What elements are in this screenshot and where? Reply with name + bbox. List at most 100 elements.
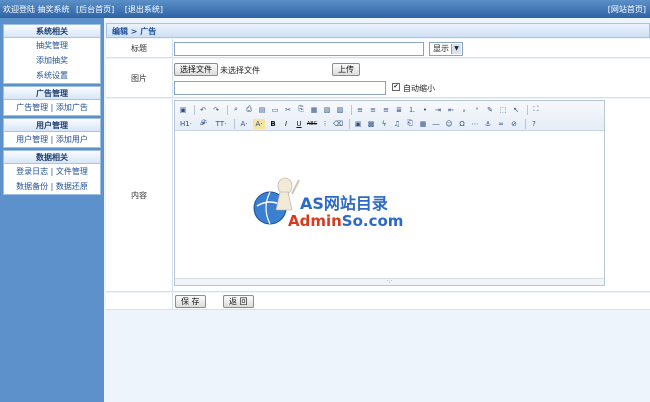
title-input[interactable] xyxy=(174,42,424,56)
editor-toolbar: ▣ ↶ ↷ ⌕ ⎙ ▤ ▭ ✂ ⎘ ▦ ▧ ▨ ≡ ≡ ≡ ≣ ⒈ • ⇥ ⇤ … xyxy=(175,101,604,131)
sidebar-item-system-settings[interactable]: 系统设置 xyxy=(4,68,100,83)
paste-text-icon[interactable]: ▧ xyxy=(322,105,332,115)
font-color-icon[interactable]: A· xyxy=(238,119,250,129)
source-icon[interactable]: ▣ xyxy=(178,105,188,115)
italic-icon[interactable]: I xyxy=(281,119,291,129)
top-bar: 欢迎登陆 抽奖系统 [后台首页] [退出系统] [网站首页] xyxy=(0,0,650,18)
watermark-domain: AdminSo.com xyxy=(288,212,403,230)
toolbar-row-2: H1· 𝓕· TT· A· A· B I U ABC ⁝ ⌫ ▣ ▩ ϟ ♫ ⎗… xyxy=(178,117,542,130)
table-icon[interactable]: ▦ xyxy=(418,119,428,129)
superscript-icon[interactable]: ˣ xyxy=(472,105,482,115)
multi-image-icon[interactable]: ▩ xyxy=(366,119,376,129)
copy-icon[interactable]: ⎘ xyxy=(296,105,306,115)
logout-link[interactable]: [退出系统] xyxy=(125,5,163,14)
admin-home-link[interactable]: [后台首页] xyxy=(76,5,114,14)
bold-icon[interactable]: B xyxy=(268,119,278,129)
anchor-icon[interactable]: ⚓ xyxy=(483,119,493,129)
rich-text-editor: ▣ ↶ ↷ ⌕ ⎙ ▤ ▭ ✂ ⎘ ▦ ▧ ▨ ≡ ≡ ≡ ≣ ⒈ • ⇥ ⇤ … xyxy=(174,100,605,286)
breadcrumb: 编辑 > 广告 xyxy=(106,23,650,38)
pointer-icon[interactable]: ↖ xyxy=(511,105,521,115)
unordered-list-icon[interactable]: • xyxy=(420,105,430,115)
align-justify-icon[interactable]: ≣ xyxy=(394,105,404,115)
title-label: 标题 xyxy=(106,39,173,57)
display-select-value: 显示 xyxy=(433,44,449,53)
link-icon[interactable]: ∞ xyxy=(496,119,506,129)
editor-resize-handle[interactable]: ·:· xyxy=(175,278,604,285)
sidebar-item-backup-restore-links[interactable]: 数据备份 | 数据还原 xyxy=(4,179,100,194)
strikethrough-icon[interactable]: ABC xyxy=(307,119,317,129)
indent-icon[interactable]: ⇥ xyxy=(433,105,443,115)
save-button[interactable]: 保 存 xyxy=(175,295,206,308)
flash-icon[interactable]: ϟ xyxy=(379,119,389,129)
font-family-icon[interactable]: 𝓕· xyxy=(197,119,211,129)
heading-icon[interactable]: H1· xyxy=(178,119,194,129)
sidebar-group-system: 系统相关 抽奖管理 添加抽奖 系统设置 xyxy=(3,24,101,84)
no-file-text: 未选择文件 xyxy=(220,66,260,75)
preview-icon[interactable]: ⌕ xyxy=(231,105,241,115)
content-label: 内容 xyxy=(106,99,173,291)
upload-button[interactable]: 上传 xyxy=(332,63,360,76)
sidebar-group-title[interactable]: 用户管理 xyxy=(4,119,100,132)
special-char-icon[interactable]: Ω xyxy=(457,119,467,129)
fullscreen-icon[interactable]: ⛶ xyxy=(531,105,541,115)
redo-icon[interactable]: ↷ xyxy=(211,105,221,115)
undo-icon[interactable]: ↶ xyxy=(198,105,208,115)
sidebar-item-log-file-links[interactable]: 登录日志 | 文件管理 xyxy=(4,164,100,179)
highlight-color-icon[interactable]: A· xyxy=(253,118,265,129)
image-path-input[interactable] xyxy=(174,81,386,95)
auto-shrink-label: 自动缩小 xyxy=(403,84,435,93)
watermark-domain-admin: Admin xyxy=(288,212,342,230)
sidebar-group-title[interactable]: 系统相关 xyxy=(4,25,100,38)
code-icon[interactable]: ▭ xyxy=(270,105,280,115)
sidebar-item-user-links[interactable]: 用户管理 | 添加用户 xyxy=(4,132,100,147)
top-nav: [后台首页] [退出系统] xyxy=(76,4,171,15)
sidebar-group-users: 用户管理 用户管理 | 添加用户 xyxy=(3,118,101,148)
align-center-icon[interactable]: ≡ xyxy=(368,105,378,115)
remove-format-icon[interactable]: ⌫ xyxy=(333,119,343,129)
site-home-link[interactable]: [网站首页] xyxy=(608,4,646,15)
welcome-text: 欢迎登陆 抽奖系统 xyxy=(3,5,70,14)
ordered-list-icon[interactable]: ⒈ xyxy=(407,105,417,115)
media-icon[interactable]: ♫ xyxy=(392,119,402,129)
image-icon[interactable]: ▣ xyxy=(353,119,363,129)
sidebar: 系统相关 抽奖管理 添加抽奖 系统设置 广告管理 广告管理 | 添加广告 用户管… xyxy=(0,18,104,402)
display-select[interactable]: 显示 ▼ xyxy=(429,42,463,56)
image-row: 图片 选择文件 未选择文件 上传 ✔ 自动缩小 xyxy=(106,59,650,98)
paste-word-icon[interactable]: ▨ xyxy=(335,105,345,115)
choose-file-button[interactable]: 选择文件 xyxy=(174,63,218,76)
sidebar-group-title[interactable]: 广告管理 xyxy=(4,87,100,100)
sidebar-item-lottery-manage[interactable]: 抽奖管理 xyxy=(4,38,100,53)
editor-content-area[interactable] xyxy=(175,132,604,280)
sidebar-item-ad-links[interactable]: 广告管理 | 添加广告 xyxy=(4,100,100,115)
actions-label-cell xyxy=(106,293,173,309)
select-all-icon[interactable]: ⬚ xyxy=(498,105,508,115)
title-row: 标题 显示 ▼ xyxy=(106,39,650,58)
actions-row: 保 存 返 回 xyxy=(106,293,650,310)
sidebar-group-title[interactable]: 数据相关 xyxy=(4,151,100,164)
emoticon-icon[interactable]: ☺ xyxy=(444,119,454,129)
font-size-icon[interactable]: TT· xyxy=(214,119,228,129)
align-right-icon[interactable]: ≡ xyxy=(381,105,391,115)
sidebar-group-data: 数据相关 登录日志 | 文件管理 数据备份 | 数据还原 xyxy=(3,150,101,195)
sidebar-item-add-lottery[interactable]: 添加抽奖 xyxy=(4,53,100,68)
underline-icon[interactable]: U xyxy=(294,119,304,129)
line-height-icon[interactable]: ⁝ xyxy=(320,119,330,129)
unlink-icon[interactable]: ⊘ xyxy=(509,119,519,129)
template-icon[interactable]: ▤ xyxy=(257,105,267,115)
attachment-icon[interactable]: ⎗ xyxy=(405,119,415,129)
back-button[interactable]: 返 回 xyxy=(223,295,254,308)
paste-icon[interactable]: ▦ xyxy=(309,105,319,115)
subscript-icon[interactable]: ₓ xyxy=(459,105,469,115)
auto-shrink-checkbox[interactable]: ✔ xyxy=(392,83,400,91)
watermark-title: AS网站目录 xyxy=(300,194,388,213)
print-icon[interactable]: ⎙ xyxy=(244,105,254,115)
chevron-down-icon: ▼ xyxy=(451,44,461,54)
align-left-icon[interactable]: ≡ xyxy=(355,105,365,115)
page-break-icon[interactable]: ⋯ xyxy=(470,119,480,129)
clear-format-icon[interactable]: ✎ xyxy=(485,105,495,115)
horizontal-rule-icon[interactable]: ― xyxy=(431,119,441,129)
cut-icon[interactable]: ✂ xyxy=(283,105,293,115)
outdent-icon[interactable]: ⇤ xyxy=(446,105,456,115)
help-icon[interactable]: ? xyxy=(529,119,539,129)
watermark-domain-so: So.com xyxy=(341,212,404,230)
